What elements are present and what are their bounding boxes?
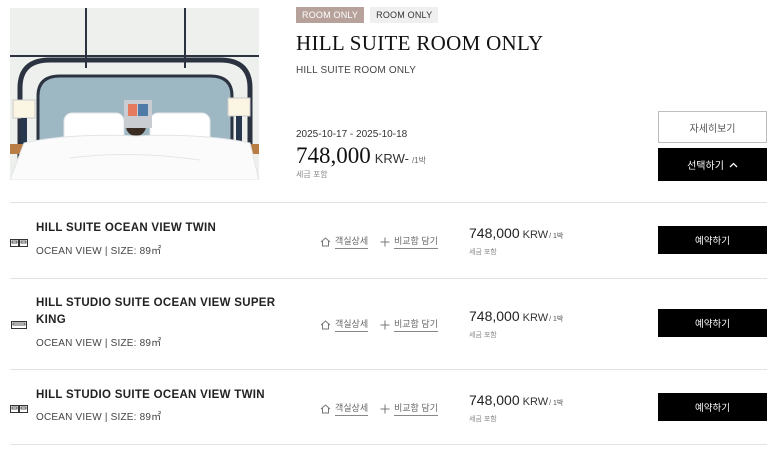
room-price-currency: KRW <box>522 312 549 324</box>
room-detail-label: 객실상세 <box>335 234 369 249</box>
chevron-up-icon <box>729 162 738 167</box>
view-details-button[interactable]: 자세히보기 <box>658 111 767 143</box>
room-price: 748,000 KRW / 1박 <box>469 308 563 324</box>
room-detail-link[interactable]: 객실상세 <box>320 317 369 332</box>
book-label: 예약하기 <box>695 236 730 247</box>
room-tax-note: 세금 포함 <box>469 249 497 256</box>
product-price: 748,000 KRW- /1박 <box>296 143 426 169</box>
price-per-night: /1박 <box>411 156 426 165</box>
room-price-currency: KRW <box>522 396 549 408</box>
room-detail-link[interactable]: 객실상세 <box>320 401 369 416</box>
home-icon <box>320 403 331 413</box>
badge-group: ROOM ONLY ROOM ONLY <box>296 7 439 23</box>
room-tax-note: 세금 포함 <box>469 332 497 339</box>
room-name: HILL SUITE OCEAN VIEW TWIN <box>36 222 217 234</box>
select-button[interactable]: 선택하기 <box>658 148 767 181</box>
add-to-compare-link[interactable]: 비교함 담기 <box>380 317 438 332</box>
view-details-label: 자세히보기 <box>689 123 736 135</box>
room-tax-note: 세금 포함 <box>469 416 497 423</box>
product-subtitle: HILL SUITE ROOM ONLY <box>296 65 417 76</box>
price-currency: KRW- <box>374 151 409 166</box>
room-name: HILL STUDIO SUITE OCEAN VIEW TWIN <box>36 389 265 401</box>
tax-note: 세금 포함 <box>296 170 328 179</box>
room-row: HILL STUDIO SUITE OCEAN VIEW SUPER KING … <box>10 279 767 369</box>
add-to-compare-link[interactable]: 비교함 담기 <box>380 234 438 249</box>
book-label: 예약하기 <box>695 403 730 414</box>
room-price-amount: 748,000 <box>469 392 520 408</box>
room-photo <box>10 8 259 180</box>
room-price-per-night: / 1박 <box>549 316 564 323</box>
room-name: HILL STUDIO SUITE OCEAN VIEW SUPER KING <box>36 297 276 326</box>
plus-icon <box>380 320 390 329</box>
add-to-compare-label: 비교함 담기 <box>394 401 438 416</box>
room-row: HILL SUITE OCEAN VIEW TWIN OCEAN VIEW | … <box>10 203 767 278</box>
add-to-compare-label: 비교함 담기 <box>394 234 438 249</box>
room-row: HILL STUDIO SUITE OCEAN VIEW TWIN OCEAN … <box>10 370 767 445</box>
room-price-per-night: / 1박 <box>549 233 564 240</box>
book-label: 예약하기 <box>695 319 730 330</box>
plus-icon <box>380 404 390 413</box>
select-label: 선택하기 <box>687 161 724 172</box>
king-bed-icon <box>11 321 27 329</box>
room-meta: OCEAN VIEW | SIZE: 89㎡ <box>36 246 162 257</box>
room-meta: OCEAN VIEW | SIZE: 89㎡ <box>36 338 162 349</box>
add-to-compare-label: 비교함 담기 <box>394 317 438 332</box>
price-amount: 748,000 <box>296 143 371 168</box>
room-detail-label: 객실상세 <box>335 401 369 416</box>
room-meta: OCEAN VIEW | SIZE: 89㎡ <box>36 412 162 423</box>
room-only-badge: ROOM ONLY <box>296 7 365 23</box>
room-price-currency: KRW <box>522 229 549 241</box>
home-icon <box>320 319 331 329</box>
twin-bed-icon <box>10 239 28 247</box>
room-price-per-night: / 1박 <box>549 400 564 407</box>
room-only-badge-secondary: ROOM ONLY <box>370 7 439 23</box>
room-detail-link[interactable]: 객실상세 <box>320 234 369 249</box>
room-price: 748,000 KRW / 1박 <box>469 392 563 408</box>
divider <box>10 444 767 445</box>
room-price: 748,000 KRW / 1박 <box>469 225 563 241</box>
twin-bed-icon <box>10 405 28 413</box>
stay-dates: 2025-10-17 - 2025-10-18 <box>296 129 408 140</box>
room-price-amount: 748,000 <box>469 225 520 241</box>
home-icon <box>320 236 331 246</box>
room-detail-label: 객실상세 <box>335 317 369 332</box>
product-title: HILL SUITE ROOM ONLY <box>296 31 544 55</box>
room-price-amount: 748,000 <box>469 308 520 324</box>
plus-icon <box>380 237 390 246</box>
book-button[interactable]: 예약하기 <box>658 393 767 421</box>
book-button[interactable]: 예약하기 <box>658 226 767 254</box>
add-to-compare-link[interactable]: 비교함 담기 <box>380 401 438 416</box>
book-button[interactable]: 예약하기 <box>658 309 767 337</box>
